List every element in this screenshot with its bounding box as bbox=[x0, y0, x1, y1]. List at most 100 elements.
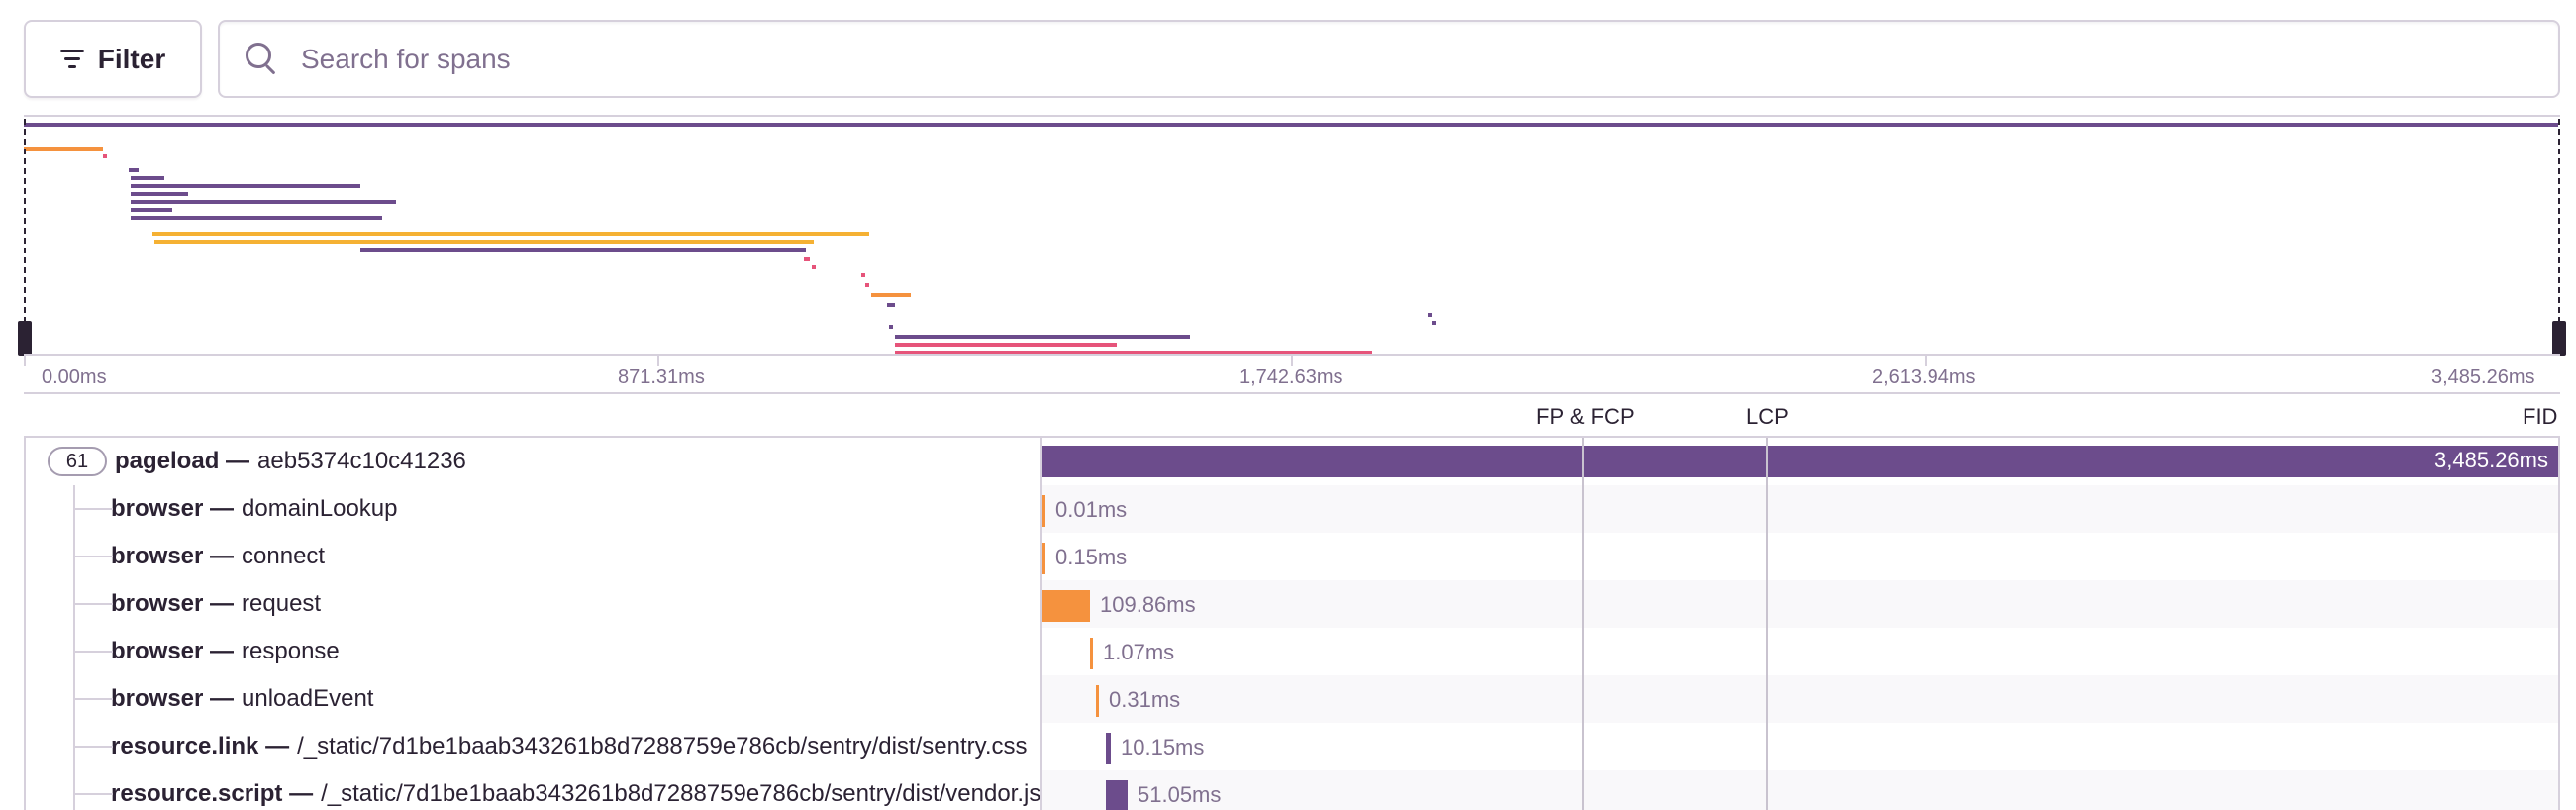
tree-connector bbox=[73, 793, 113, 795]
span-bar-area: 51.05ms bbox=[1042, 770, 2558, 810]
tick-mark bbox=[1291, 356, 1293, 366]
minimap-span-bar bbox=[812, 265, 816, 269]
span-bar[interactable] bbox=[1042, 543, 1045, 574]
span-row[interactable]: browser — connect 0.15ms bbox=[26, 533, 2558, 580]
minimap-left-handle[interactable] bbox=[18, 321, 32, 356]
timeline-axis: 0.00ms 871.31ms 1,742.63ms 2,613.94ms 3,… bbox=[24, 354, 2560, 394]
span-bar[interactable] bbox=[1096, 685, 1099, 717]
axis-tick-label: 1,742.63ms bbox=[1239, 366, 1343, 388]
trace-minimap[interactable] bbox=[18, 115, 2566, 356]
span-bar-area: 0.15ms bbox=[1042, 533, 2558, 580]
column-divider[interactable] bbox=[1040, 438, 1042, 810]
vital-lcp[interactable]: LCP bbox=[1746, 404, 1789, 430]
span-row-root[interactable]: 61 pageload — aeb5374c10c41236 3,485.26m… bbox=[26, 438, 2558, 485]
span-bar[interactable] bbox=[1042, 446, 2558, 477]
minimap-span-bar bbox=[887, 303, 895, 307]
span-bar[interactable] bbox=[1090, 638, 1093, 669]
minimap-span-bar bbox=[889, 325, 893, 329]
minimap-span-bar bbox=[152, 232, 869, 236]
span-description: response bbox=[242, 638, 340, 664]
span-label: browser — unloadEvent bbox=[26, 675, 1040, 723]
span-bar[interactable] bbox=[1042, 590, 1090, 622]
vital-fid[interactable]: FID bbox=[2523, 404, 2557, 430]
span-op: browser — bbox=[111, 590, 235, 617]
span-label: browser — request bbox=[26, 580, 1040, 628]
tree-connector bbox=[73, 698, 113, 700]
span-label: browser — connect bbox=[26, 533, 1040, 580]
tree-connector bbox=[73, 603, 113, 605]
vital-marker-fcp bbox=[1582, 438, 1584, 810]
filter-button[interactable]: Filter bbox=[24, 20, 202, 98]
minimap-span-bar bbox=[24, 123, 2558, 127]
minimap-span-bar bbox=[103, 154, 107, 158]
span-label: browser — domainLookup bbox=[26, 485, 1040, 533]
filter-icon bbox=[59, 49, 84, 69]
span-row[interactable]: browser — response 1.07ms bbox=[26, 628, 2558, 675]
minimap-span-bar bbox=[154, 240, 814, 244]
span-op: resource.script — bbox=[111, 780, 314, 807]
tick-mark bbox=[1925, 356, 1927, 366]
span-bar[interactable] bbox=[1106, 733, 1111, 764]
minimap-span-bar bbox=[804, 257, 810, 261]
span-duration: 0.31ms bbox=[1109, 687, 1181, 712]
span-label: resource.script — /_static/7d1be1baab3432… bbox=[26, 770, 1040, 810]
tick-mark bbox=[24, 356, 26, 366]
span-duration: 109.86ms bbox=[1100, 592, 1196, 617]
minimap-right-handle[interactable] bbox=[2552, 321, 2566, 356]
minimap-span-bar bbox=[1432, 321, 1436, 325]
minimap-span-bar bbox=[129, 168, 139, 172]
span-duration: 3,485.26ms bbox=[2434, 448, 2548, 472]
span-bar-area: 1.07ms bbox=[1042, 628, 2558, 675]
span-description: domainLookup bbox=[242, 495, 398, 522]
span-op: resource.link — bbox=[111, 733, 290, 759]
vital-fp-fcp[interactable]: FP & FCP bbox=[1536, 404, 1635, 430]
span-description: request bbox=[242, 590, 322, 617]
span-bar-area: 109.86ms bbox=[1042, 580, 2558, 628]
span-op: browser — bbox=[111, 638, 235, 664]
span-op: browser — bbox=[111, 543, 235, 569]
span-row[interactable]: browser — domainLookup 0.01ms bbox=[26, 485, 2558, 533]
minimap-span-bar bbox=[865, 283, 869, 287]
tree-connector bbox=[73, 556, 113, 557]
span-row[interactable]: browser — request 109.86ms bbox=[26, 580, 2558, 628]
filter-label: Filter bbox=[97, 43, 166, 74]
minimap-span-bar bbox=[895, 335, 1190, 339]
span-bar[interactable] bbox=[1042, 495, 1045, 527]
span-bar[interactable] bbox=[1106, 780, 1128, 810]
tree-connector bbox=[73, 508, 113, 510]
span-description: aeb5374c10c41236 bbox=[257, 448, 466, 474]
minimap-span-bar bbox=[131, 176, 164, 180]
span-label: resource.link — /_static/7d1be1baab343261… bbox=[26, 723, 1040, 770]
axis-tick-label: 871.31ms bbox=[618, 366, 705, 388]
axis-tick-label: 2,613.94ms bbox=[1872, 366, 1976, 388]
search-box[interactable] bbox=[218, 20, 2560, 98]
span-op: browser — bbox=[111, 685, 235, 712]
minimap-span-bar bbox=[360, 248, 806, 252]
search-input[interactable] bbox=[301, 43, 2479, 75]
web-vitals-row: FP & FCP LCP FID bbox=[24, 394, 2560, 438]
span-row[interactable]: resource.link — /_static/7d1be1baab343261… bbox=[26, 723, 2558, 770]
minimap-span-bar bbox=[871, 293, 911, 297]
span-bar-area: 10.15ms bbox=[1042, 723, 2558, 770]
tree-connector bbox=[73, 651, 113, 653]
axis-tick-label: 0.00ms bbox=[42, 366, 107, 388]
span-duration: 10.15ms bbox=[1121, 735, 1205, 759]
axis-tick-label: 3,485.26ms bbox=[2431, 366, 2535, 388]
span-tree: 61 pageload — aeb5374c10c41236 3,485.26m… bbox=[24, 438, 2560, 810]
minimap-span-bar bbox=[131, 192, 188, 196]
minimap-span-bar bbox=[895, 343, 1117, 347]
span-op: browser — bbox=[111, 495, 235, 522]
search-icon bbox=[246, 42, 279, 76]
minimap-right-guide bbox=[2558, 119, 2560, 323]
minimap-span-bar bbox=[131, 200, 396, 204]
child-count-badge[interactable]: 61 bbox=[48, 447, 107, 476]
minimap-span-bar bbox=[131, 216, 382, 220]
minimap-span-bar bbox=[861, 273, 865, 277]
span-duration: 0.01ms bbox=[1055, 497, 1128, 522]
span-row[interactable]: resource.script — /_static/7d1be1baab3432… bbox=[26, 770, 2558, 810]
span-bar-area: 3,485.26ms bbox=[1042, 438, 2558, 485]
vital-marker-lcp bbox=[1766, 438, 1768, 810]
span-duration: 0.15ms bbox=[1055, 545, 1128, 569]
span-row[interactable]: browser — unloadEvent 0.31ms bbox=[26, 675, 2558, 723]
tree-connector bbox=[73, 746, 113, 748]
